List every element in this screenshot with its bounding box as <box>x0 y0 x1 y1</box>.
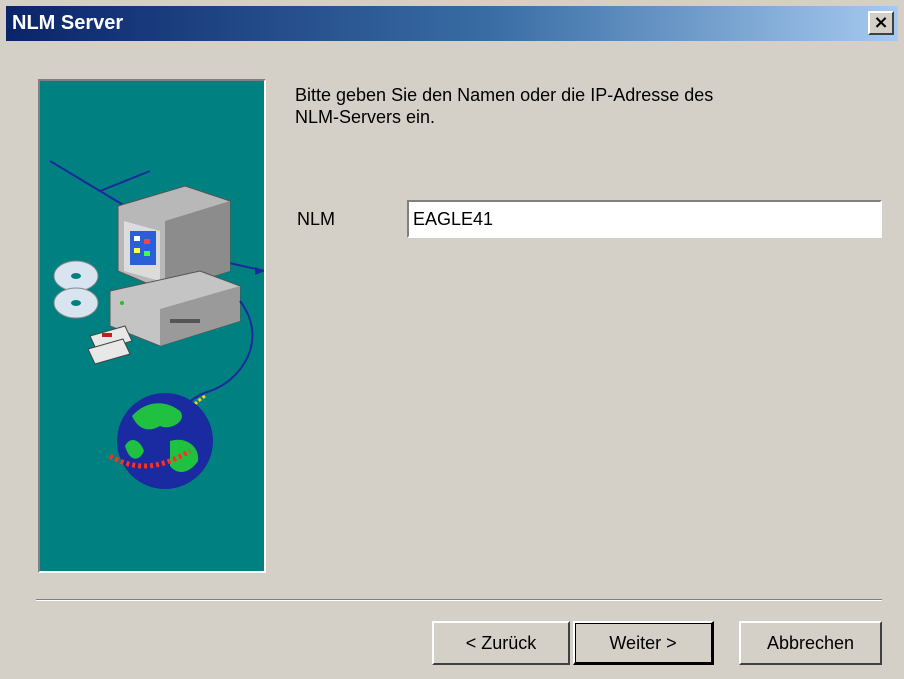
network-computer-illustration <box>49 160 264 489</box>
wizard-illustration <box>38 79 266 573</box>
divider <box>36 599 882 601</box>
window-title: NLM Server <box>12 12 124 34</box>
title-bar[interactable]: NLM Server × <box>6 6 898 41</box>
nlm-server-dialog: NLM Server × Bitte geben Sie den Namen o… <box>0 0 904 679</box>
next-button[interactable]: Weiter > <box>573 621 714 665</box>
back-button[interactable]: < Zurück <box>432 621 570 665</box>
globe-icon <box>108 393 213 489</box>
floppy-icon <box>87 325 133 365</box>
cd-icon <box>53 260 99 319</box>
nlm-server-input[interactable] <box>407 200 882 238</box>
cancel-button[interactable]: Abbrechen <box>739 621 882 665</box>
prompt-text: Bitte geben Sie den Namen oder die IP-Ad… <box>295 85 714 127</box>
next-button-label: Weiter > <box>609 633 677 653</box>
nlm-label: NLM <box>297 209 336 229</box>
close-icon[interactable]: × <box>868 11 894 35</box>
computer-icon <box>109 185 241 347</box>
